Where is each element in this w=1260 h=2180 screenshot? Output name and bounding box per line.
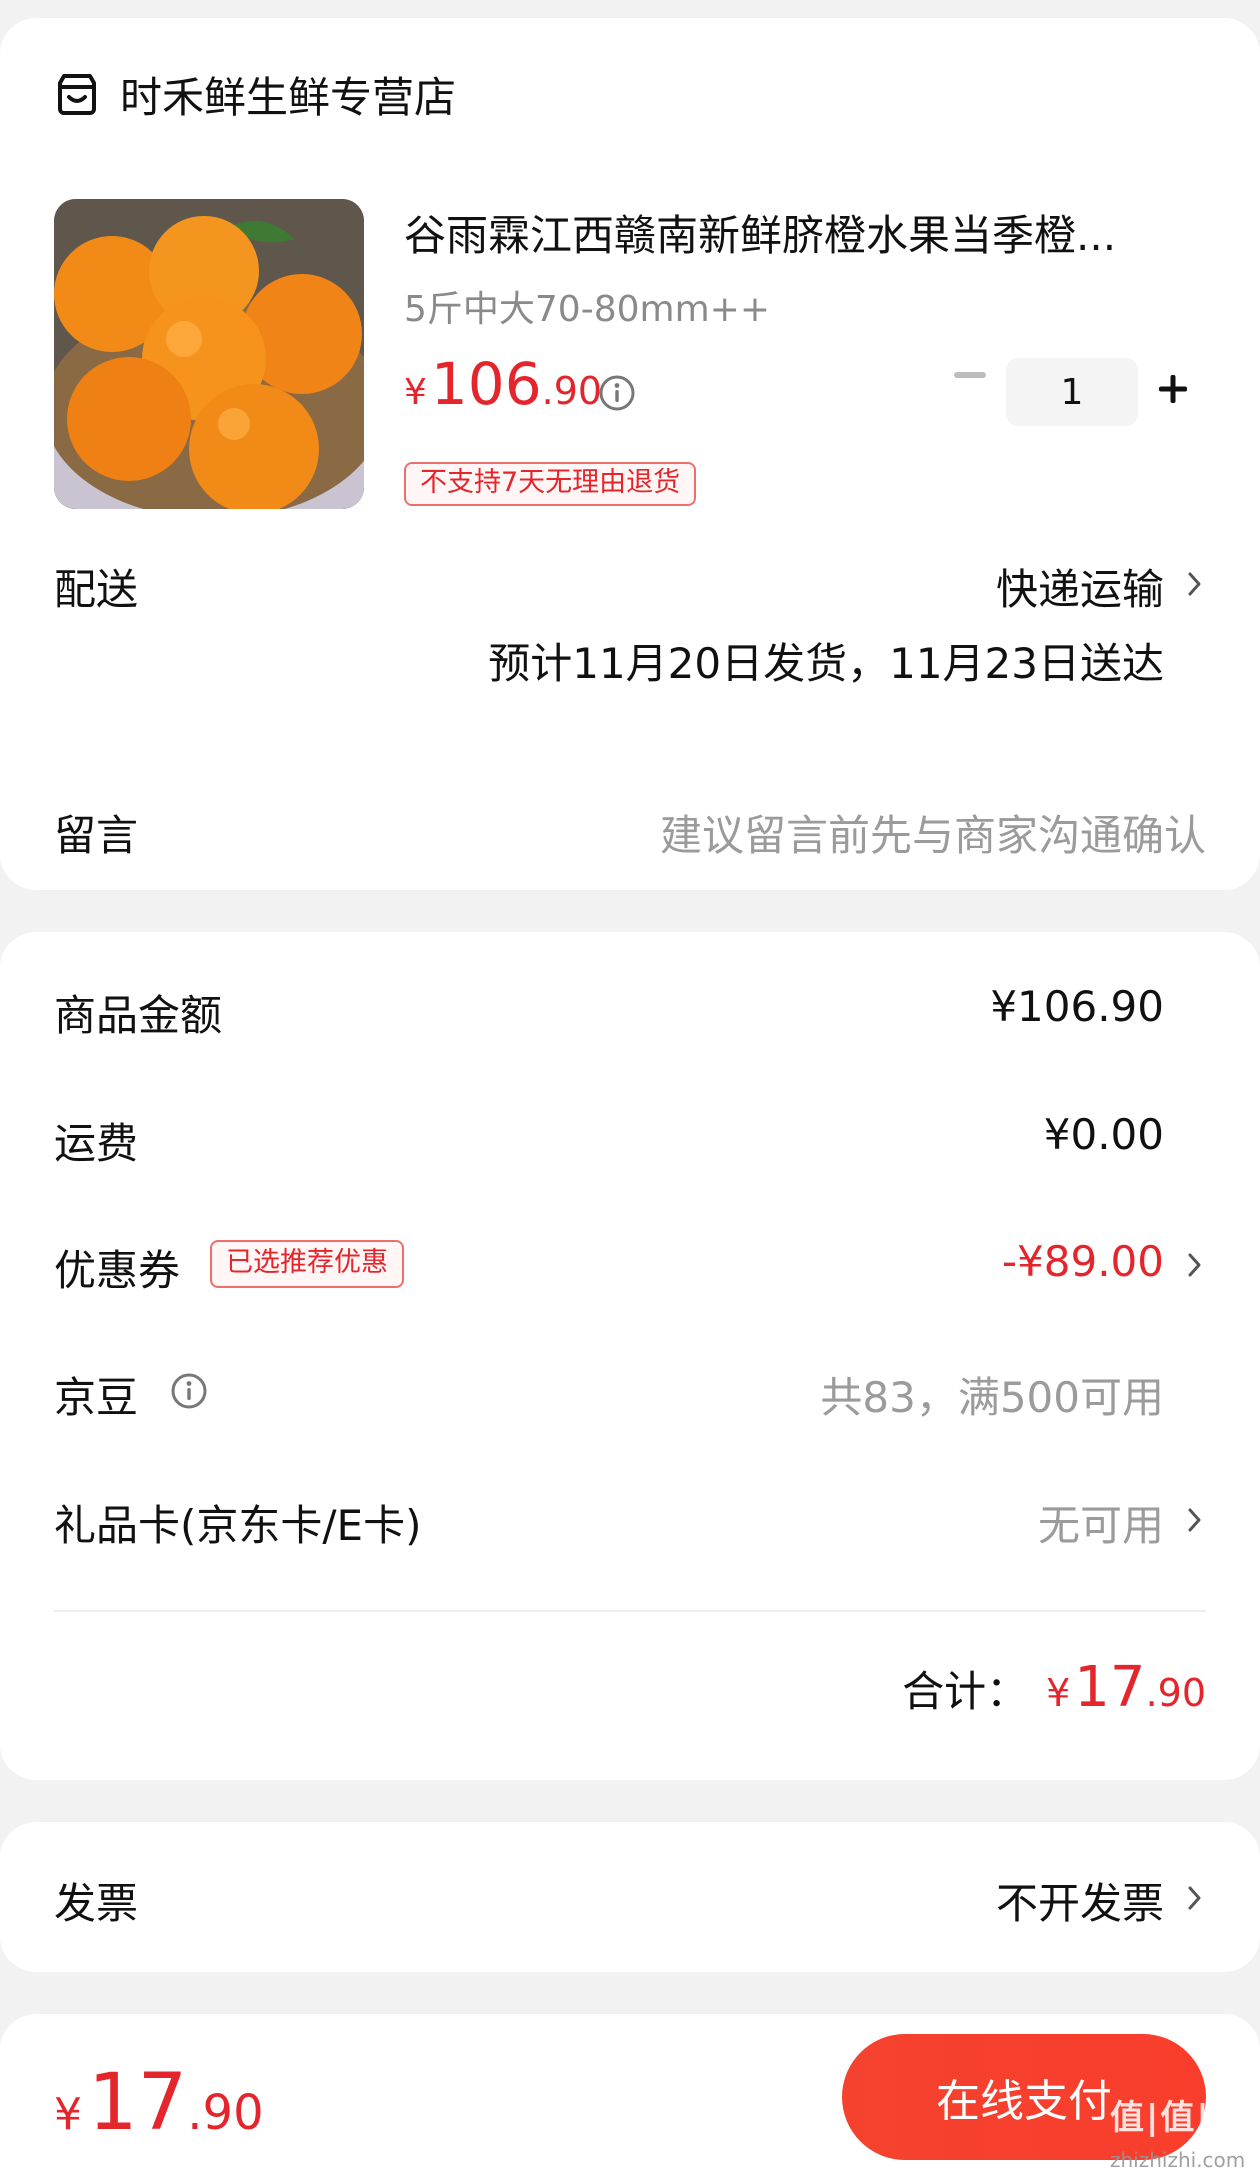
delivery-label: 配送 <box>54 565 139 614</box>
watermark-url: zhizhizhi.com <box>1110 2148 1246 2172</box>
price-symbol: ¥ <box>404 372 427 413</box>
coupon-status-tag: 已选推荐优惠 <box>210 1240 404 1288</box>
product-spec[interactable]: 5斤中大70-80mm++ <box>404 280 770 332</box>
delivery-estimate: 预计11月20日发货，11月23日送达 <box>488 639 1164 688</box>
goods-amount-label: 商品金额 <box>54 991 223 1040</box>
gift-card-label: 礼品卡(京东卡/E卡) <box>54 1501 422 1550</box>
coupon-value[interactable]: -¥89.00 <box>1002 1237 1164 1286</box>
divider <box>54 1610 1206 1612</box>
invoice-value[interactable]: 不开发票 <box>996 1870 1164 1931</box>
message-input[interactable]: 建议留言前先与商家沟通确认 <box>660 802 1206 863</box>
price-integer: 106 <box>430 350 542 418</box>
invoice-label: 发票 <box>54 1879 139 1928</box>
return-policy-tag: 不支持7天无理由退货 <box>404 462 697 506</box>
watermark: 值|值|值 <box>1110 2098 1247 2138</box>
order-total: 合计： ¥ 17 .90 <box>902 1655 1206 1720</box>
total-symbol: ¥ <box>1046 1671 1071 1715</box>
checkout-price-integer: 17 <box>88 2058 188 2148</box>
total-integer: 17 <box>1074 1655 1146 1720</box>
store-name: 时禾鲜生鲜专营店 <box>120 72 457 122</box>
shipping-label: 运费 <box>54 1119 139 1168</box>
store-header[interactable]: 时禾鲜生鲜专营店 <box>54 70 456 122</box>
product-title[interactable]: 谷雨霖江西赣南新鲜脐橙水果当季橙... <box>404 202 1204 263</box>
chevron-right-icon[interactable] <box>1186 1250 1204 1280</box>
coupon-label: 优惠券 <box>54 1246 181 1295</box>
quantity-input[interactable]: 1 <box>1006 358 1138 426</box>
jd-beans-label: 京豆 <box>54 1373 139 1422</box>
quantity-decrease-button[interactable] <box>954 372 986 378</box>
price-decimal: .90 <box>541 369 603 413</box>
gift-card-value[interactable]: 无可用 <box>1038 1492 1164 1553</box>
checkout-price-symbol: ¥ <box>54 2089 82 2140</box>
price-info-icon[interactable] <box>598 374 636 412</box>
chevron-right-icon[interactable] <box>1186 1883 1204 1913</box>
chevron-right-icon[interactable] <box>1186 1505 1204 1535</box>
beans-info-icon[interactable] <box>170 1372 208 1410</box>
jd-beans-value: 共83，满500可用 <box>820 1373 1164 1422</box>
price-summary-card <box>0 932 1260 1780</box>
total-decimal: .90 <box>1145 1671 1206 1715</box>
shipping-value: ¥0.00 <box>1043 1110 1164 1159</box>
quantity-increase-button[interactable] <box>1156 372 1190 406</box>
checkout-price-decimal: .90 <box>187 2085 264 2141</box>
goods-amount-value: ¥106.90 <box>990 982 1164 1031</box>
checkout-price: ¥ 17 .90 <box>54 2058 264 2148</box>
product-image[interactable] <box>54 199 364 509</box>
delivery-method[interactable]: 快递运输 <box>996 556 1164 617</box>
chevron-right-icon[interactable] <box>1186 569 1204 599</box>
store-icon <box>54 71 100 117</box>
total-label: 合计： <box>902 1667 1029 1716</box>
message-label: 留言 <box>54 811 139 860</box>
product-price: ¥ 106 .90 <box>404 350 602 418</box>
